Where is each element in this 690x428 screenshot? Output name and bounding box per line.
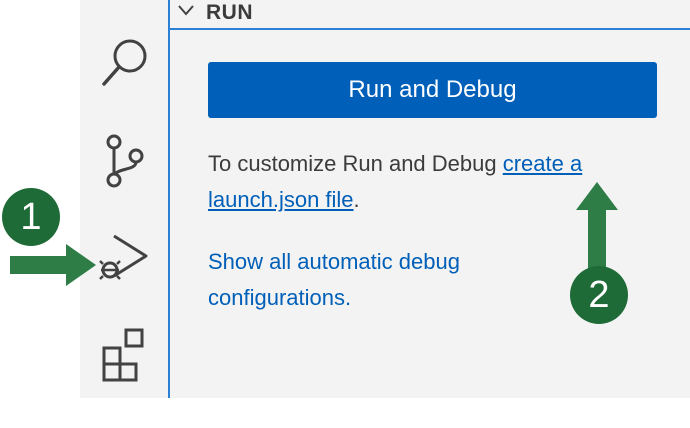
annotation-badge-2: 2 — [570, 266, 628, 324]
activity-bar — [80, 0, 168, 398]
info-prefix: To customize Run and Debug — [208, 151, 503, 176]
chevron-down-icon — [178, 5, 194, 16]
source-control-icon[interactable] — [90, 126, 158, 194]
run-and-debug-button[interactable]: Run and Debug — [208, 62, 657, 118]
bottom-strip — [80, 398, 690, 428]
section-title: RUN — [206, 1, 253, 24]
extensions-icon[interactable] — [90, 318, 158, 386]
info-suffix: . — [353, 187, 360, 212]
show-automatic-configurations-link[interactable]: Show all automatic debug configurations. — [208, 244, 548, 316]
annotation-arrow-up-icon — [576, 182, 618, 270]
search-icon[interactable] — [90, 30, 158, 98]
annotation-arrow-right-icon — [10, 244, 96, 286]
annotation-badge-1: 1 — [2, 188, 60, 246]
run-section-header[interactable]: RUN — [170, 0, 690, 30]
run-debug-icon[interactable] — [90, 222, 158, 290]
